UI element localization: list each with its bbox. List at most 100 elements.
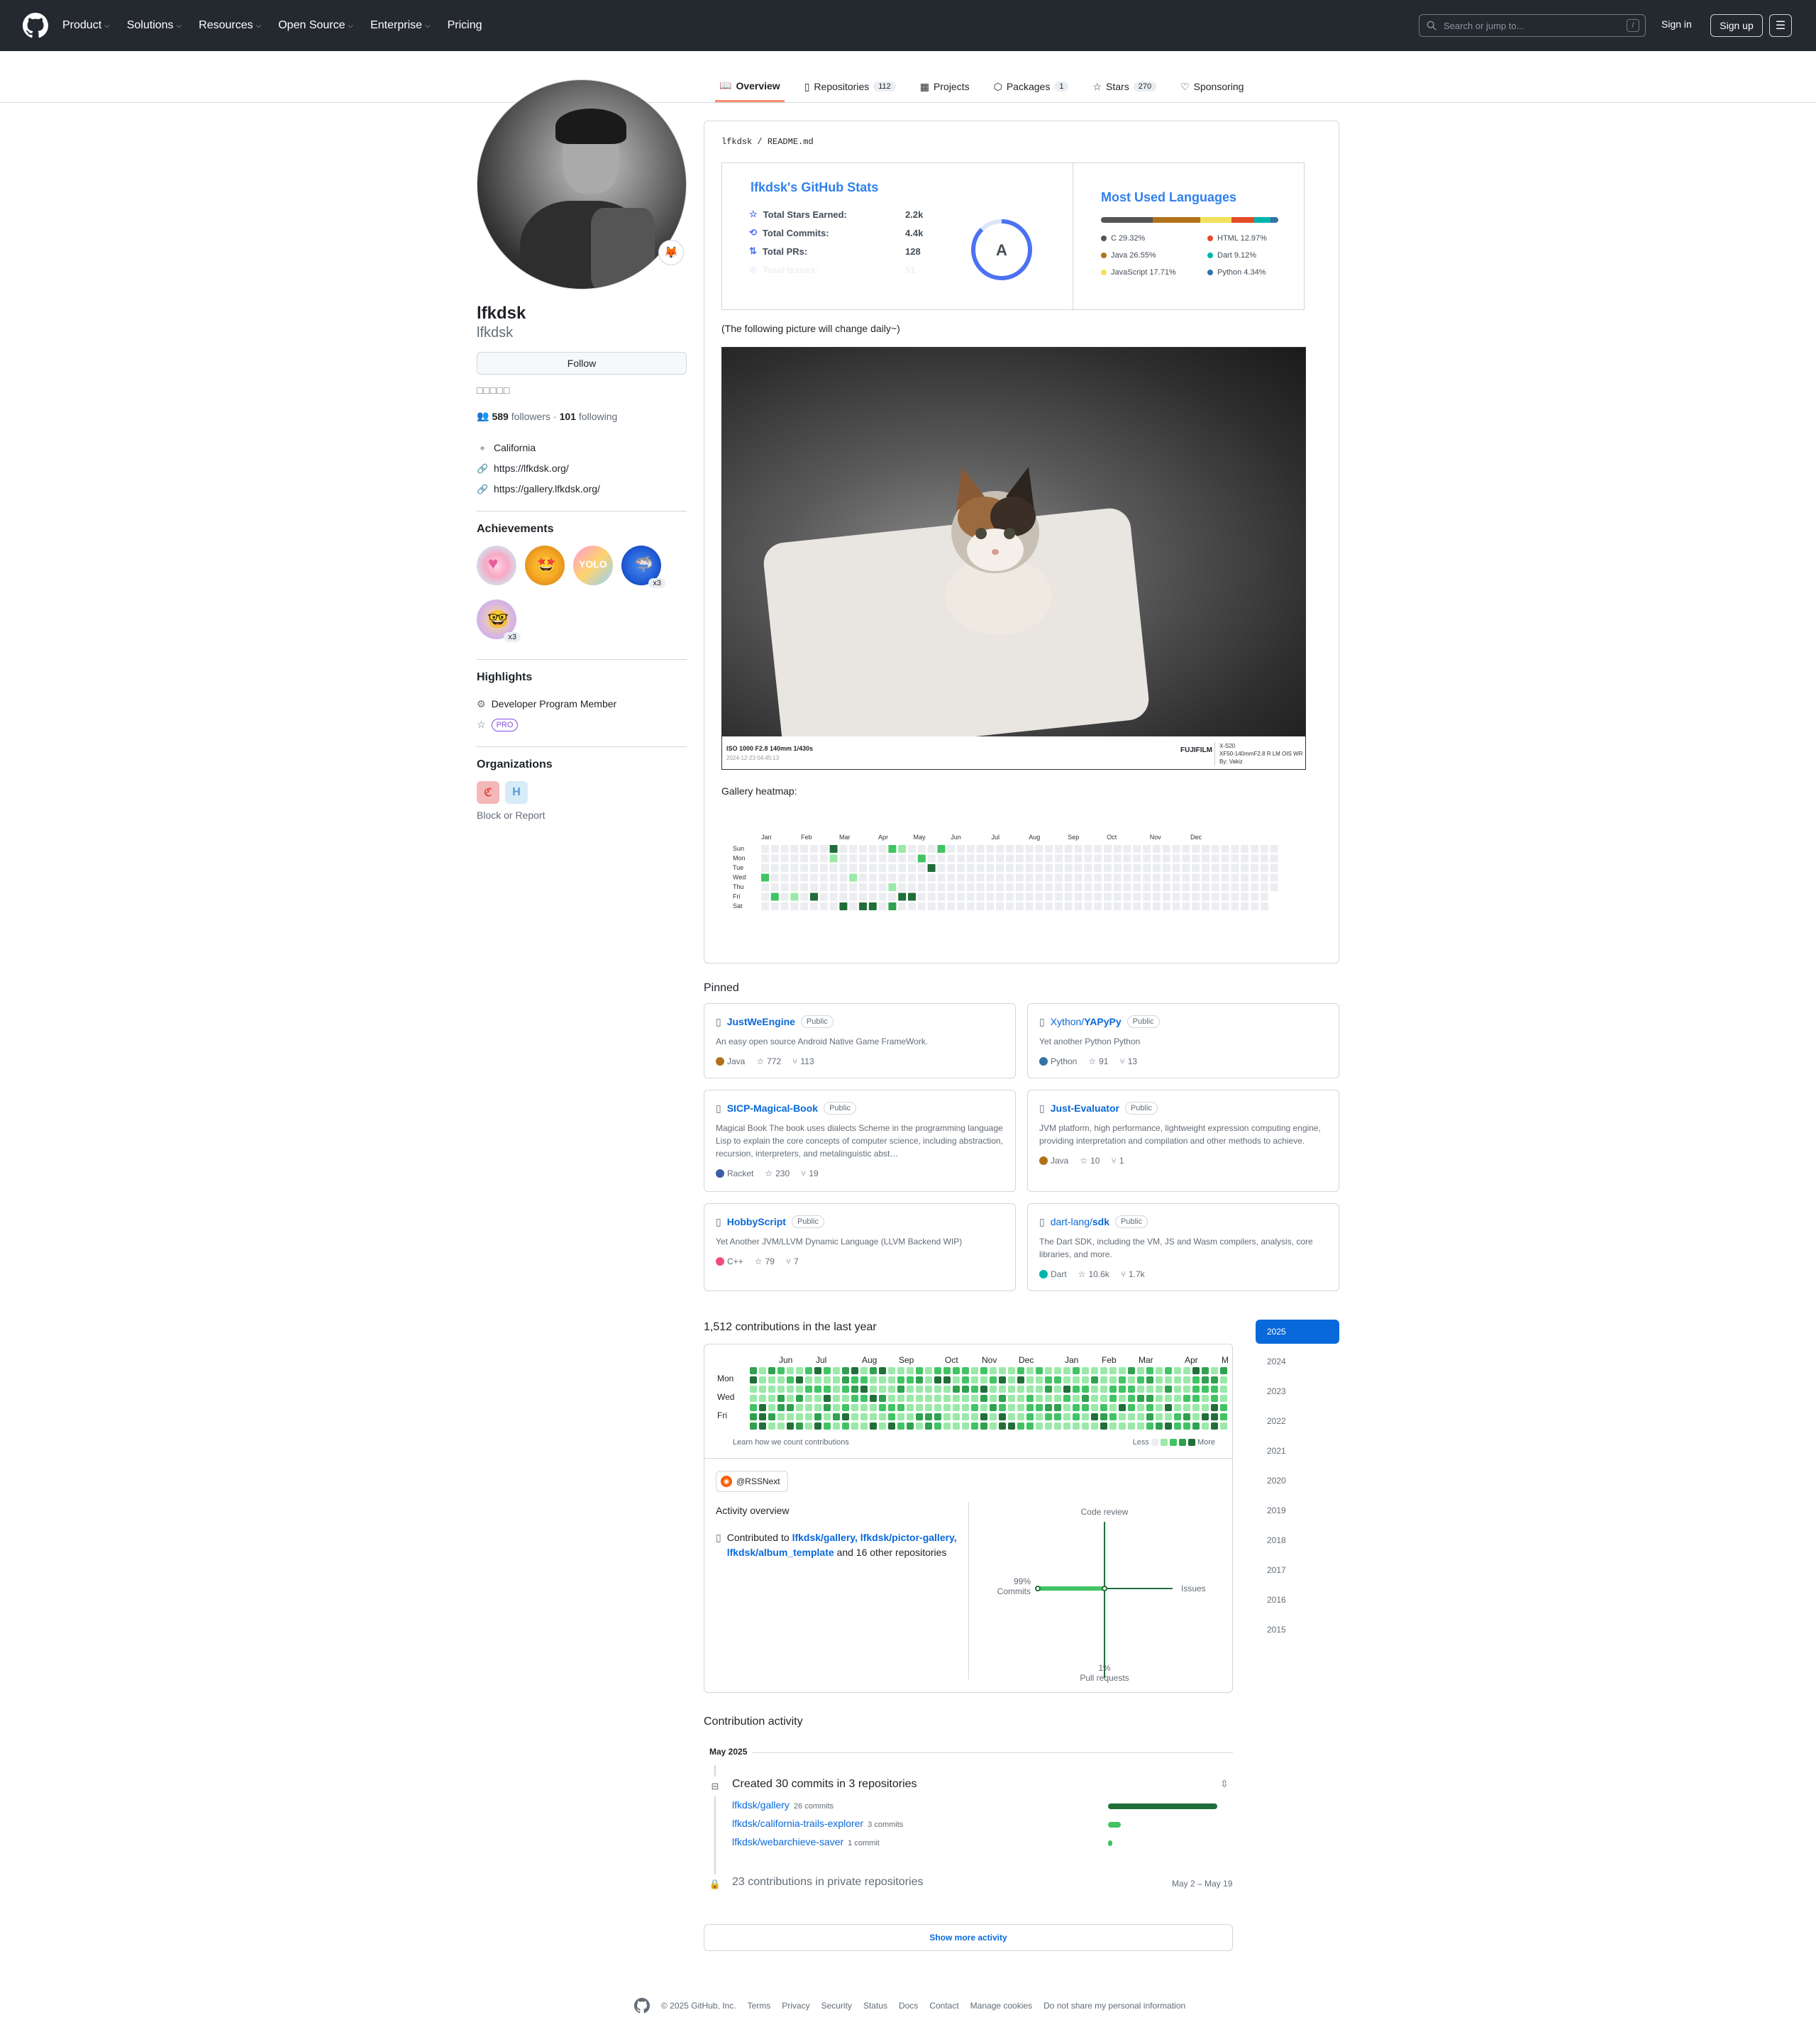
contribution-day-cell[interactable] [1100, 1422, 1107, 1430]
tab-packages[interactable]: ⬡ Packages 1 [990, 71, 1073, 102]
contribution-day-cell[interactable] [934, 1376, 941, 1383]
contribution-day-cell[interactable] [1073, 1404, 1080, 1411]
contribution-day-cell[interactable] [907, 1413, 914, 1420]
block-report-link[interactable]: Block or Report [477, 810, 687, 821]
contribution-day-cell[interactable] [962, 1404, 969, 1411]
repo-forks[interactable]: ⑂ 13 [1119, 1056, 1137, 1066]
contribution-day-cell[interactable] [1082, 1386, 1089, 1393]
contribution-day-cell[interactable] [1026, 1404, 1034, 1411]
contribution-day-cell[interactable] [1174, 1413, 1181, 1420]
contribution-day-cell[interactable] [971, 1386, 978, 1393]
contribution-day-cell[interactable] [1017, 1404, 1024, 1411]
contribution-day-cell[interactable] [943, 1422, 951, 1430]
repo-link[interactable]: lfkdsk/gallery, [792, 1532, 858, 1543]
contribution-day-cell[interactable] [768, 1413, 775, 1420]
contribution-day-cell[interactable] [1100, 1367, 1107, 1374]
contribution-day-cell[interactable] [1109, 1376, 1117, 1383]
contribution-day-cell[interactable] [1008, 1404, 1015, 1411]
year-link-2025[interactable]: 2025 [1256, 1320, 1339, 1344]
contribution-day-cell[interactable] [1128, 1395, 1135, 1402]
contribution-day-cell[interactable] [990, 1395, 997, 1402]
contribution-day-cell[interactable] [750, 1404, 757, 1411]
contribution-day-cell[interactable] [1146, 1422, 1153, 1430]
contribution-day-cell[interactable] [934, 1386, 941, 1393]
contribution-day-cell[interactable] [805, 1367, 812, 1374]
contribution-day-cell[interactable] [1054, 1386, 1061, 1393]
contribution-day-cell[interactable] [925, 1422, 932, 1430]
contribution-day-cell[interactable] [879, 1395, 886, 1402]
contribution-day-cell[interactable] [1119, 1413, 1126, 1420]
year-link-2017[interactable]: 2017 [1256, 1558, 1339, 1582]
github-logo-icon[interactable] [23, 13, 48, 38]
contribution-day-cell[interactable] [1202, 1422, 1209, 1430]
contribution-day-cell[interactable] [1220, 1376, 1227, 1383]
contribution-day-cell[interactable] [1026, 1395, 1034, 1402]
contribution-day-cell[interactable] [925, 1376, 932, 1383]
repo-forks[interactable]: ⑂ 113 [792, 1056, 814, 1066]
contribution-day-cell[interactable] [1211, 1422, 1218, 1430]
contribution-day-cell[interactable] [1192, 1404, 1200, 1411]
contribution-day-cell[interactable] [787, 1422, 794, 1430]
contribution-day-cell[interactable] [870, 1386, 877, 1393]
repo-stars[interactable]: ☆ 10 [1080, 1156, 1100, 1166]
contribution-day-cell[interactable] [1017, 1386, 1024, 1393]
contribution-day-cell[interactable] [879, 1367, 886, 1374]
repo-stars[interactable]: ☆ 230 [765, 1169, 790, 1178]
footer-link[interactable]: Privacy [782, 2001, 809, 2011]
contribution-day-cell[interactable] [1137, 1413, 1144, 1420]
contribution-day-cell[interactable] [1073, 1395, 1080, 1402]
contribution-day-cell[interactable] [824, 1413, 831, 1420]
contribution-day-cell[interactable] [879, 1376, 886, 1383]
contribution-day-cell[interactable] [851, 1386, 858, 1393]
contribution-day-cell[interactable] [824, 1422, 831, 1430]
contribution-day-cell[interactable] [1026, 1386, 1034, 1393]
contribution-day-cell[interactable] [1017, 1395, 1024, 1402]
achievement-quickdraw-badge[interactable]: 🤓 x3 [477, 600, 521, 642]
contribution-day-cell[interactable] [934, 1404, 941, 1411]
contribution-day-cell[interactable] [916, 1367, 923, 1374]
org-filter-button[interactable]: ◉ @RSSNext [716, 1471, 788, 1492]
contribution-day-cell[interactable] [888, 1422, 895, 1430]
contribution-day-cell[interactable] [870, 1395, 877, 1402]
contribution-day-cell[interactable] [1220, 1404, 1227, 1411]
contribution-day-cell[interactable] [1017, 1422, 1024, 1430]
footer-link[interactable]: Do not share my personal information [1043, 2001, 1185, 2011]
contribution-day-cell[interactable] [860, 1367, 868, 1374]
contribution-day-cell[interactable] [1183, 1386, 1190, 1393]
website-link[interactable]: https://gallery.lfkdsk.org/ [494, 479, 600, 499]
contribution-day-cell[interactable] [796, 1395, 803, 1402]
contribution-day-cell[interactable] [1137, 1367, 1144, 1374]
daily-photo[interactable]: ISO 1000 F2.8 140mm 1/430s 2024-12-23 04… [721, 347, 1306, 770]
contribution-day-cell[interactable] [1137, 1395, 1144, 1402]
contribution-day-cell[interactable] [962, 1395, 969, 1402]
contribution-day-cell[interactable] [897, 1376, 904, 1383]
contribution-day-cell[interactable] [759, 1376, 766, 1383]
contribution-day-cell[interactable] [897, 1422, 904, 1430]
contribution-day-cell[interactable] [1073, 1413, 1080, 1420]
contribution-day-cell[interactable] [1045, 1413, 1052, 1420]
footer-link[interactable]: Terms [748, 2001, 771, 2011]
contribution-day-cell[interactable] [1119, 1395, 1126, 1402]
contribution-day-cell[interactable] [870, 1422, 877, 1430]
contribution-day-cell[interactable] [999, 1422, 1006, 1430]
contribution-day-cell[interactable] [1165, 1367, 1172, 1374]
contribution-day-cell[interactable] [1082, 1413, 1089, 1420]
contribution-day-cell[interactable] [833, 1395, 840, 1402]
contribution-day-cell[interactable] [1045, 1367, 1052, 1374]
contribution-day-cell[interactable] [842, 1376, 849, 1383]
contribution-day-cell[interactable] [1045, 1386, 1052, 1393]
contribution-day-cell[interactable] [1137, 1376, 1144, 1383]
nav-resources[interactable]: Resources ⌵ [199, 19, 261, 32]
contribution-day-cell[interactable] [851, 1367, 858, 1374]
year-link-2015[interactable]: 2015 [1256, 1618, 1339, 1642]
footer-link[interactable]: Contact [929, 2001, 958, 2011]
contribution-day-cell[interactable] [842, 1386, 849, 1393]
contribution-day-cell[interactable] [1045, 1376, 1052, 1383]
contribution-day-cell[interactable] [814, 1413, 821, 1420]
contribution-day-cell[interactable] [787, 1395, 794, 1402]
contribution-day-cell[interactable] [1100, 1376, 1107, 1383]
contribution-day-cell[interactable] [777, 1404, 785, 1411]
contribution-day-cell[interactable] [1008, 1395, 1015, 1402]
contribution-day-cell[interactable] [1211, 1413, 1218, 1420]
contribution-day-cell[interactable] [897, 1404, 904, 1411]
